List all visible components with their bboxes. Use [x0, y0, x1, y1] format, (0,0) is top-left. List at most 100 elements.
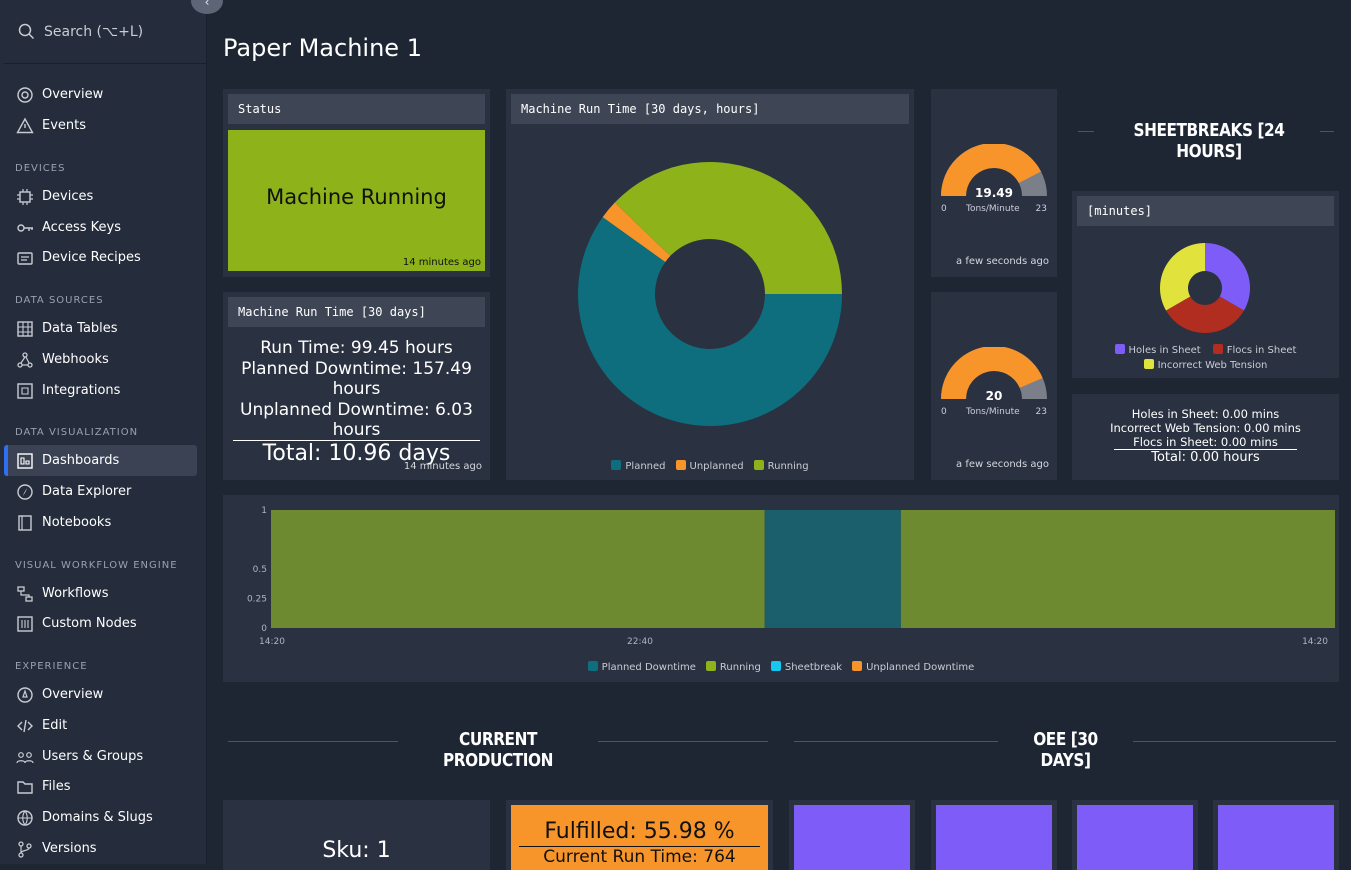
- divider: [228, 741, 398, 742]
- summary-line: Holes in Sheet: 0.00 mins: [1072, 407, 1339, 421]
- fulfilled-value: Fulfilled: 55.98 %: [511, 819, 768, 844]
- y-tick-label: 1: [261, 506, 267, 516]
- fulfilled-indicator: Fulfilled: 55.98 % Current Run Time: 764: [511, 805, 768, 870]
- legend-item-running[interactable]: Running: [706, 661, 761, 673]
- sidebar-item-label: Workflows: [42, 586, 108, 601]
- gauge-value: 20: [931, 389, 1057, 403]
- table-icon: [16, 320, 34, 338]
- donut-slice-web-tension[interactable]: [1160, 243, 1205, 311]
- donut-slice-holes[interactable]: [1205, 243, 1250, 311]
- timeline-legend: Planned Downtime Running Sheetbreak Unpl…: [223, 661, 1339, 673]
- status-timestamp: 14 minutes ago: [403, 257, 481, 268]
- users-icon: [16, 748, 34, 766]
- current-production-heading: CURRENT PRODUCTION: [413, 729, 583, 771]
- sidebar-item-label: Device Recipes: [42, 250, 141, 265]
- timeline-segment[interactable]: [271, 510, 765, 628]
- sku-card: Sku: 1: [223, 800, 490, 870]
- divider: [1320, 131, 1334, 132]
- warning-icon: [16, 117, 34, 135]
- legend-item-flocs[interactable]: Flocs in Sheet: [1213, 344, 1297, 356]
- card-header: Status: [228, 94, 485, 124]
- sidebar-item-label: Devices: [42, 189, 93, 204]
- y-tick-label: 0: [261, 624, 267, 634]
- search-placeholder: Search (⌥+L): [44, 24, 143, 40]
- card-header: [minutes]: [1077, 196, 1334, 226]
- sidebar-item-notebooks[interactable]: Notebooks: [4, 507, 197, 538]
- sidebar-item-events[interactable]: Events: [4, 110, 197, 141]
- status-value: Machine Running: [228, 185, 485, 209]
- sidebar-item-label: Events: [42, 118, 86, 133]
- legend-item-planned-downtime[interactable]: Planned Downtime: [588, 661, 696, 673]
- sidebar-item-devices[interactable]: Devices: [4, 181, 197, 212]
- card-header: Machine Run Time [30 days, hours]: [511, 94, 909, 124]
- compass-icon: [16, 483, 34, 501]
- sku-value: Sku: 1: [223, 838, 490, 863]
- runtime-line: hours: [223, 420, 490, 441]
- state-timeline-chart: 00.250.5114:2022:4014:20: [223, 495, 1339, 655]
- x-tick-label: 14:20: [259, 637, 285, 647]
- sidebar-item-label: Integrations: [42, 383, 120, 398]
- section-heading: DATA VISUALIZATION: [15, 427, 138, 438]
- legend-item-web-tension[interactable]: Incorrect Web Tension: [1144, 359, 1268, 371]
- sidebar-item-workflows[interactable]: Workflows: [4, 578, 197, 609]
- divider: [1078, 131, 1094, 132]
- legend-item-unplanned-downtime[interactable]: Unplanned Downtime: [852, 661, 974, 673]
- oee-card: [931, 800, 1057, 870]
- chip-icon: [16, 188, 34, 206]
- gauge-timestamp: a few seconds ago: [956, 459, 1049, 470]
- sidebar-item-label: Domains & Slugs: [42, 810, 153, 825]
- sidebar-item-integrations[interactable]: Integrations: [4, 375, 197, 406]
- legend-item-sheetbreak[interactable]: Sheetbreak: [771, 661, 842, 673]
- runtime-card: Machine Run Time [30 days] Run Time: 99.…: [223, 292, 490, 480]
- oee-heading: OEE [30 DAYS]: [1008, 729, 1123, 771]
- recipe-icon: [16, 249, 34, 267]
- globe-icon: [16, 809, 34, 827]
- gauge-min: 0: [941, 407, 947, 417]
- timeline-segment[interactable]: [765, 510, 901, 628]
- sidebar-item-device-recipes[interactable]: Device Recipes: [4, 242, 197, 273]
- divider: [1133, 741, 1336, 742]
- runtime-line: Unplanned Downtime: 6.03: [223, 400, 490, 421]
- sidebar-item-edit[interactable]: Edit: [4, 710, 197, 741]
- sidebar-item-dashboards[interactable]: Dashboards: [4, 445, 197, 476]
- sidebar-item-label: Data Explorer: [42, 484, 131, 499]
- sheetbreak-donut-card: [minutes] Holes in Sheet Flocs in Sheet …: [1072, 191, 1339, 378]
- sidebar-item-domains-slugs[interactable]: Domains & Slugs: [4, 802, 197, 833]
- y-tick-label: 0.25: [247, 595, 267, 605]
- sidebar-item-data-explorer[interactable]: Data Explorer: [4, 476, 197, 507]
- sidebar-item-data-tables[interactable]: Data Tables: [4, 313, 197, 344]
- legend-item-unplanned[interactable]: Unplanned: [676, 460, 744, 472]
- summary-line: Incorrect Web Tension: 0.00 mins: [1072, 421, 1339, 435]
- branch-icon: [16, 840, 34, 858]
- folder-icon: [16, 778, 34, 796]
- sidebar-item-versions[interactable]: Versions: [4, 833, 197, 864]
- integrations-icon: [16, 382, 34, 400]
- sheetbreaks-heading: SHEETBREAKS [24 HOURS]: [1103, 120, 1316, 162]
- gauge-max: 23: [1036, 407, 1047, 417]
- search-input[interactable]: Search (⌥+L): [4, 0, 206, 64]
- page-title: Paper Machine 1: [223, 34, 422, 62]
- sidebar-item-overview[interactable]: Overview: [4, 79, 197, 110]
- sidebar-item-webhooks[interactable]: Webhooks: [4, 344, 197, 375]
- gauge-timestamp: a few seconds ago: [956, 256, 1049, 267]
- sidebar-item-label: Data Tables: [42, 321, 118, 336]
- sidebar-item-label: Edit: [42, 718, 67, 733]
- legend-item-running[interactable]: Running: [754, 460, 809, 472]
- sidebar-item-users-groups[interactable]: Users & Groups: [4, 741, 197, 772]
- sidebar-item-custom-nodes[interactable]: Custom Nodes: [4, 608, 197, 639]
- legend-item-planned[interactable]: Planned: [611, 460, 665, 472]
- sidebar-item-access-keys[interactable]: Access Keys: [4, 212, 197, 243]
- sidebar-item-label: Dashboards: [42, 453, 119, 468]
- divider: [598, 741, 768, 742]
- legend-item-holes[interactable]: Holes in Sheet: [1115, 344, 1201, 356]
- oee-indicator: [794, 805, 910, 870]
- workflow-icon: [16, 585, 34, 603]
- sidebar-item-files[interactable]: Files: [4, 771, 197, 802]
- webhook-icon: [16, 351, 34, 369]
- oee-indicator: [1218, 805, 1334, 870]
- sidebar-item-label: Custom Nodes: [42, 616, 137, 631]
- sidebar-item-experience-overview[interactable]: Overview: [4, 679, 197, 710]
- summary-line: Flocs in Sheet: 0.00 mins: [1072, 435, 1339, 449]
- timeline-segment[interactable]: [901, 510, 1335, 628]
- runtime-line: Planned Downtime: 157.49: [223, 359, 490, 380]
